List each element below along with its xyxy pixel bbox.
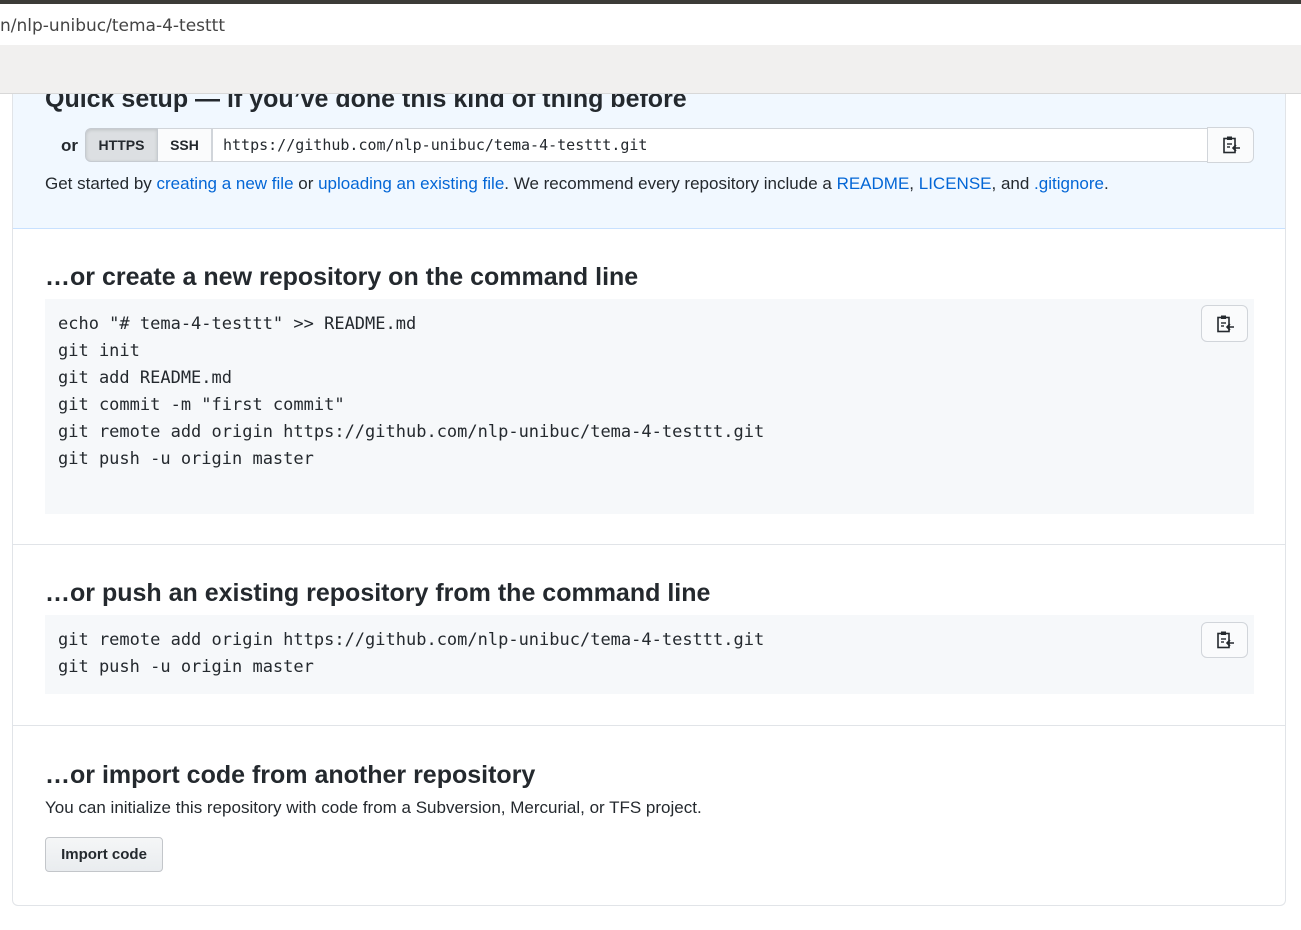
browser-toolbar [0, 45, 1301, 94]
code-line: git add README.md [58, 368, 232, 388]
copy-clone-url-button[interactable] [1207, 127, 1254, 163]
new-repo-section: …or create a new repository on the comma… [13, 228, 1285, 545]
repo-setup-box: Quick setup — if you’ve done this kind o… [12, 94, 1286, 906]
code-line: git init [58, 341, 140, 361]
push-existing-code-block[interactable]: git remote add origin https://github.com… [45, 615, 1254, 694]
new-repo-code-block[interactable]: echo "# tema-4-testtt" >> README.md git … [45, 299, 1254, 514]
quick-setup-description: Get started by creating a new file or up… [45, 174, 1109, 194]
address-bar-url[interactable]: n/nlp-unibuc/tema-4-testtt [0, 16, 225, 36]
desc-text: Get started by [45, 174, 157, 193]
or-label: or [61, 136, 78, 155]
desc-text: . We recommend every repository include … [504, 174, 837, 193]
import-code-button[interactable]: Import code [45, 837, 163, 872]
desc-text: , and [991, 174, 1035, 193]
code-line: git commit -m "first commit" [58, 395, 345, 415]
push-existing-section: …or push an existing repository from the… [13, 544, 1285, 726]
copy-push-commands-button[interactable] [1201, 622, 1248, 658]
ssh-button[interactable]: SSH [158, 128, 212, 162]
code-line: git push -u origin master [58, 657, 314, 677]
clipboard-icon [1216, 315, 1234, 332]
readme-link[interactable]: README [837, 174, 910, 193]
clipboard-icon [1222, 136, 1240, 154]
import-title: …or import code from another repository [45, 761, 536, 789]
code-line: git push -u origin master [58, 449, 314, 469]
create-new-file-link[interactable]: creating a new file [157, 174, 294, 193]
import-description: You can initialize this repository with … [45, 798, 702, 817]
upload-existing-file-link[interactable]: uploading an existing file [318, 174, 504, 193]
desc-text: , [909, 174, 919, 193]
https-button[interactable]: HTTPS [85, 128, 158, 162]
new-repo-title: …or create a new repository on the comma… [45, 263, 639, 291]
quick-setup-section: Quick setup — if you’ve done this kind o… [13, 94, 1285, 229]
gitignore-link[interactable]: .gitignore [1034, 174, 1104, 193]
clipboard-icon [1216, 631, 1234, 649]
desc-text: . [1103, 174, 1109, 193]
license-link[interactable]: LICENSE [919, 174, 992, 193]
quick-setup-title: Quick setup — if you’ve done this kind o… [45, 94, 687, 113]
protocol-toggle: HTTPS SSH [85, 128, 212, 162]
copy-new-repo-commands-button[interactable] [1201, 305, 1248, 342]
clone-url-input[interactable] [212, 128, 1207, 162]
code-line: echo "# tema-4-testtt" >> README.md [58, 314, 417, 334]
push-existing-title: …or push an existing repository from the… [45, 579, 711, 607]
code-line: git remote add origin https://github.com… [58, 422, 765, 442]
code-line: git remote add origin https://github.com… [58, 630, 765, 650]
address-bar[interactable]: n/nlp-unibuc/tema-4-testtt [0, 4, 1301, 46]
desc-text: or [293, 174, 319, 193]
